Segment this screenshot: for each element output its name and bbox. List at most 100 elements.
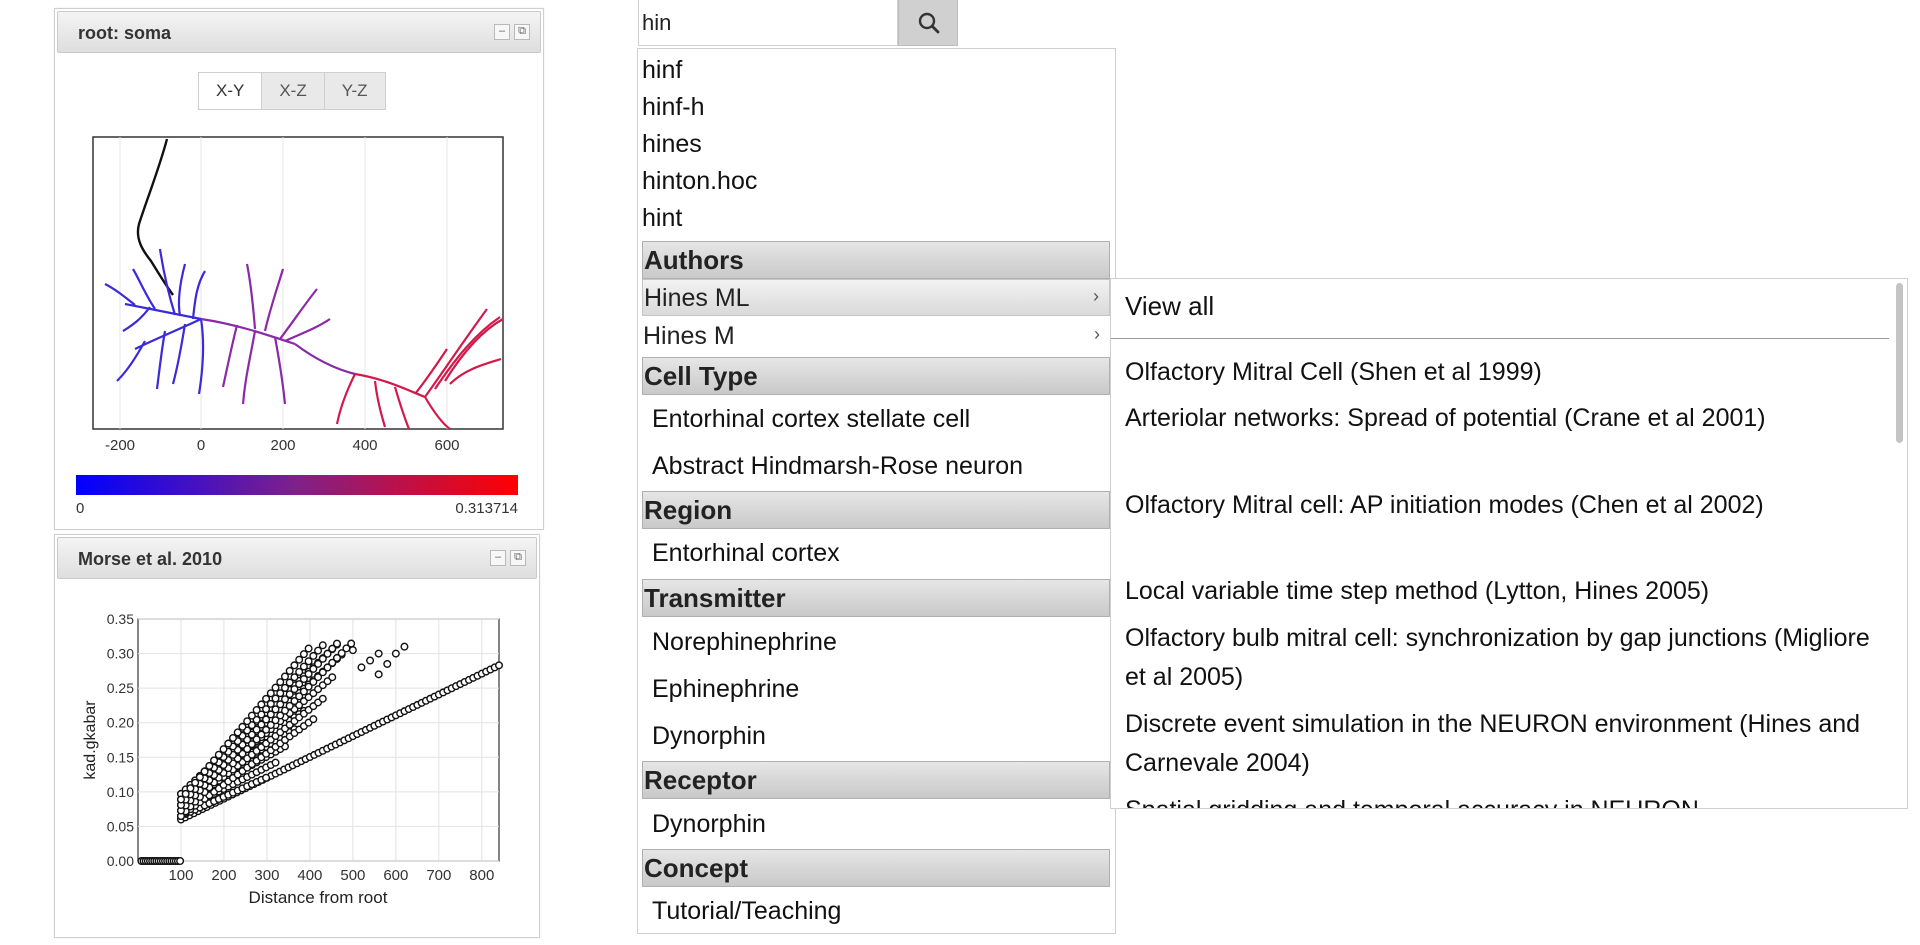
author-item-hines-ml[interactable]: Hines ML › <box>642 279 1110 316</box>
data-point <box>318 694 327 703</box>
cell-type-item[interactable]: Entorhinal cortex stellate cell <box>652 405 970 434</box>
data-point <box>200 767 209 776</box>
data-point <box>383 659 392 668</box>
data-point <box>495 661 504 670</box>
data-point <box>205 761 214 770</box>
data-point <box>357 663 366 672</box>
plot-panel-header: Morse et al. 2010 – ⧉ <box>57 537 537 579</box>
plot-panel: Morse et al. 2010 – ⧉ 100 200 300 400 500 600… <box>54 534 540 938</box>
author-item-hines-m[interactable]: Hines M › <box>642 318 1110 355</box>
colorbar <box>76 475 518 495</box>
model-item[interactable]: Discrete event simulation in the NEURON … <box>1125 705 1885 783</box>
flyout-scrollbar[interactable] <box>1896 283 1903 443</box>
x-tick-label: 200 <box>270 437 295 454</box>
transmitter-item[interactable]: Norephinephrine <box>652 628 837 657</box>
data-point <box>262 773 271 782</box>
x-tick-label: 300 <box>254 867 279 884</box>
x-tick-label: 0 <box>197 437 205 454</box>
plot-panel-title: Morse et al. 2010 <box>78 549 223 569</box>
y-tick-label: 0.20 <box>107 715 134 731</box>
search-button[interactable] <box>898 0 958 46</box>
x-tick-label: 700 <box>426 867 451 884</box>
search-input[interactable]: hin <box>638 0 898 46</box>
y-tick-label: 0.35 <box>107 611 134 627</box>
y-tick-label: 0.10 <box>107 784 134 800</box>
model-item[interactable]: Spatial gridding and temporal accuracy i… <box>1125 791 1885 808</box>
suggestion-item[interactable]: hinton.hoc <box>642 167 757 196</box>
y-tick-label: 0.00 <box>107 853 134 869</box>
data-point <box>186 784 195 793</box>
data-point <box>328 673 337 682</box>
suggestion-item[interactable]: hint <box>642 204 682 233</box>
data-point <box>374 670 383 679</box>
region-item[interactable]: Entorhinal cortex <box>652 539 840 568</box>
data-point <box>276 678 285 687</box>
model-item[interactable]: Arteriolar networks: Spread of potential… <box>1125 399 1885 438</box>
suggestion-item[interactable]: hinf <box>642 56 682 85</box>
y-tick-label: 0.25 <box>107 680 134 696</box>
data-point <box>195 773 204 782</box>
data-point <box>271 758 280 767</box>
data-point <box>224 739 233 748</box>
morphology-panel: root: soma – ⧉ X-Y X-Z Y-Z -200 0 200 40… <box>54 8 544 530</box>
model-item[interactable]: Local variable time step method (Lytton,… <box>1125 572 1885 611</box>
morphology-panel-header: root: soma – ⧉ <box>57 11 541 53</box>
x-tick-label: 400 <box>297 867 322 884</box>
x-tick-label: 600 <box>434 437 459 454</box>
minimize-button[interactable]: – <box>494 24 510 40</box>
popout-button[interactable]: ⧉ <box>514 24 530 40</box>
data-point <box>295 655 304 664</box>
morphology-view[interactable]: -200 0 200 400 600 0 0.313714 <box>55 119 543 539</box>
data-point <box>233 728 242 737</box>
category-header-concept: Concept <box>642 849 1110 887</box>
tab-x-z[interactable]: X-Z <box>262 72 325 110</box>
y-tick-label: 0.30 <box>107 646 134 662</box>
data-point <box>400 642 409 651</box>
concept-item[interactable]: Tutorial/Teaching <box>652 897 841 926</box>
category-header-region: Region <box>642 491 1110 529</box>
data-point <box>299 650 308 659</box>
model-item[interactable]: Olfactory bulb mitral cell: synchronizat… <box>1125 619 1885 697</box>
model-item[interactable]: Olfactory Mitral Cell (Shen et al 1999) <box>1125 353 1885 392</box>
tab-x-y[interactable]: X-Y <box>198 72 263 110</box>
receptor-item[interactable]: Dynorphin <box>652 810 766 839</box>
category-header-authors: Authors <box>642 241 1110 279</box>
x-tick-label: 400 <box>352 437 377 454</box>
cell-type-item[interactable]: Abstract Hindmarsh-Rose neuron <box>652 452 1023 481</box>
y-tick-label: 0.05 <box>107 818 134 834</box>
data-point <box>238 722 247 731</box>
tab-y-z[interactable]: Y-Z <box>324 72 386 110</box>
data-point <box>181 789 190 798</box>
scatter-plot-frame <box>137 618 500 862</box>
data-point <box>391 649 400 658</box>
data-point <box>271 683 280 692</box>
x-axis-label: Distance from root <box>249 888 388 907</box>
data-point <box>318 641 327 650</box>
suggestion-item[interactable]: hines <box>642 130 702 159</box>
popout-button[interactable]: ⧉ <box>510 550 526 566</box>
transmitter-item[interactable]: Dynorphin <box>652 722 766 751</box>
colorbar-max-label: 0.313714 <box>455 500 518 517</box>
model-item[interactable]: Olfactory Mitral cell: AP initiation mod… <box>1125 486 1885 525</box>
data-point <box>304 644 313 653</box>
data-point <box>347 639 356 648</box>
data-point <box>309 715 318 724</box>
view-all-link[interactable]: View all <box>1125 291 1214 322</box>
transmitter-item[interactable]: Ephinephrine <box>652 675 799 704</box>
search-icon <box>918 12 940 34</box>
scatter-plot[interactable]: 100 200 300 400 500 600 700 800 0.00 0.05 0.10 0.1… <box>55 585 539 925</box>
flyout-divider <box>1111 338 1889 339</box>
category-header-transmitter: Transmitter <box>642 579 1110 617</box>
search-suggestions-dropdown: hinf hinf-h hines hinton.hoc hint Author… <box>637 48 1116 934</box>
data-point <box>176 857 185 866</box>
morphology-panel-title: root: soma <box>78 23 172 43</box>
minimize-button[interactable]: – <box>490 550 506 566</box>
chevron-right-icon: › <box>1094 324 1100 344</box>
author-item-label: Hines ML <box>644 284 750 312</box>
category-header-cell-type: Cell Type <box>642 357 1110 395</box>
suggestion-item[interactable]: hinf-h <box>642 93 705 122</box>
data-point <box>228 733 237 742</box>
x-tick-label: 500 <box>340 867 365 884</box>
author-item-label: Hines M <box>643 322 735 350</box>
data-point <box>290 661 299 670</box>
